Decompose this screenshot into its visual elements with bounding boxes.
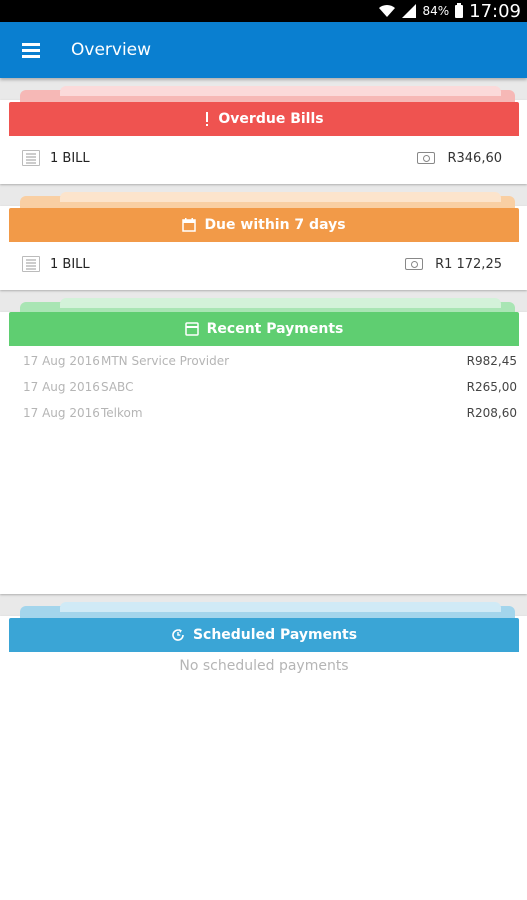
scheduled-stack-decoration-back <box>60 602 501 612</box>
page-title: Overview <box>71 40 152 60</box>
payment-payee: SABC <box>101 380 134 394</box>
overdue-bill-count: 1 BILL <box>50 150 90 166</box>
overdue-panel[interactable]: Overdue Bills 1 BILL R346,60 <box>0 86 527 184</box>
status-clock: 17:09 <box>469 0 521 22</box>
signal-icon <box>402 4 417 18</box>
payment-payee: Telkom <box>101 406 143 420</box>
due-soon-header: Due within 7 days <box>9 208 519 242</box>
overdue-bill-row[interactable]: 1 BILL R346,60 <box>9 138 519 178</box>
recent-payments-header: Recent Payments <box>9 312 519 346</box>
card-icon <box>184 322 199 336</box>
due-soon-bill-row[interactable]: 1 BILL R1 172,25 <box>9 244 519 284</box>
payment-date: 17 Aug 2016 <box>23 406 100 420</box>
payment-row[interactable]: 17 Aug 2016 Telkom R208,60 <box>23 400 517 426</box>
scheduled-payments-header: Scheduled Payments <box>9 618 519 652</box>
overdue-header: Overdue Bills <box>9 102 519 136</box>
status-bar: 84% 17:09 <box>0 0 527 22</box>
payment-amount: R265,00 <box>466 380 517 394</box>
due-soon-amount: R1 172,25 <box>435 256 502 272</box>
scheduled-empty-message: No scheduled payments <box>179 658 349 674</box>
money-icon <box>417 152 436 164</box>
payment-payee: MTN Service Provider <box>101 354 230 368</box>
app-bar: Overview <box>0 22 527 78</box>
scheduled-payments-panel: Scheduled Payments No scheduled payments <box>0 602 527 900</box>
battery-icon <box>455 2 464 18</box>
due-soon-title: Due within 7 days <box>204 217 346 233</box>
bill-icon <box>22 256 40 272</box>
due-soon-bill-count: 1 BILL <box>50 256 90 272</box>
recent-payments-panel: Recent Payments 17 Aug 2016 MTN Service … <box>0 298 527 594</box>
due-soon-panel[interactable]: Due within 7 days 1 BILL R1 172,25 <box>0 192 527 290</box>
scheduled-payments-title: Scheduled Payments <box>192 627 358 643</box>
payment-amount: R208,60 <box>466 406 517 420</box>
overdue-amount: R346,60 <box>447 150 502 166</box>
wifi-icon <box>378 4 396 18</box>
hamburger-menu-icon[interactable] <box>22 39 44 61</box>
recent-stack-decoration-back <box>60 298 501 308</box>
payment-date: 17 Aug 2016 <box>23 354 100 368</box>
exclamation-icon <box>204 111 210 127</box>
money-icon <box>405 258 424 270</box>
recent-payments-title: Recent Payments <box>206 321 344 337</box>
payment-amount: R982,45 <box>466 354 517 368</box>
calendar-icon <box>182 218 197 232</box>
battery-percent: 84% <box>422 4 450 18</box>
schedule-refresh-icon <box>171 628 185 642</box>
due-stack-decoration-back <box>60 192 501 202</box>
overdue-stack-decoration-back <box>60 86 501 96</box>
overdue-title: Overdue Bills <box>218 111 324 127</box>
payment-row[interactable]: 17 Aug 2016 MTN Service Provider R982,45 <box>23 348 517 374</box>
payment-row[interactable]: 17 Aug 2016 SABC R265,00 <box>23 374 517 400</box>
bill-icon <box>22 150 40 166</box>
payment-date: 17 Aug 2016 <box>23 380 100 394</box>
